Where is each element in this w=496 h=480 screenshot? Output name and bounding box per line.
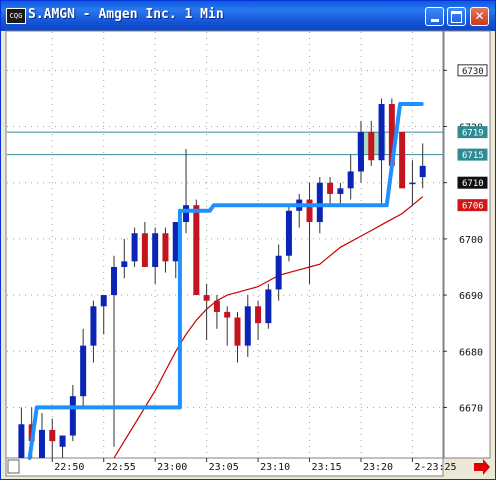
candle-body — [399, 132, 406, 189]
candle-body — [80, 345, 87, 397]
candle-body — [285, 210, 292, 256]
candle-body — [152, 233, 159, 267]
candle-body — [306, 199, 313, 223]
price-chart[interactable]: 6670668066906700671067206730 22:5022:552… — [0, 0, 496, 480]
candle-body — [213, 300, 220, 312]
candle-body — [409, 182, 416, 185]
candle-body — [357, 132, 364, 172]
candle-body — [224, 311, 231, 318]
candle-body — [265, 289, 272, 324]
price-tag-label: 6715 — [462, 151, 484, 161]
price-tag: 6719 — [457, 126, 488, 139]
plot-area — [5, 30, 444, 459]
scroll-right-arrow-icon[interactable] — [474, 459, 490, 475]
x-tick-label: 23:15 — [312, 462, 342, 473]
x-tick-label: 23:10 — [260, 462, 290, 473]
candle-body — [419, 165, 426, 178]
candle-body — [378, 104, 385, 161]
candle-body — [69, 396, 76, 436]
x-tick-label: 23:00 — [157, 462, 187, 473]
candle — [265, 283, 272, 329]
candle-body — [141, 233, 148, 267]
candle-body — [193, 205, 200, 296]
y-tick-label: 6690 — [459, 291, 483, 302]
candle-body — [203, 295, 210, 301]
candle-body — [100, 295, 107, 307]
candle-body — [337, 188, 344, 194]
candle — [131, 227, 138, 267]
candle — [285, 205, 292, 262]
x-tick-label: 2-23:25 — [414, 462, 456, 473]
candle-body — [172, 222, 179, 262]
x-tick-label: 23:05 — [209, 462, 239, 473]
x-tick-label: 22:50 — [54, 462, 84, 473]
candle-body — [183, 205, 190, 223]
candle-body — [49, 429, 56, 442]
candle — [193, 199, 200, 296]
candle-body — [162, 233, 169, 262]
y-tick-label: 6700 — [459, 235, 483, 246]
candle-body — [131, 233, 138, 262]
candle-body — [59, 435, 66, 447]
price-tag: 6706 — [457, 199, 488, 212]
candle-body — [316, 182, 323, 223]
price-tag-label: 6719 — [462, 129, 484, 139]
candle-body — [18, 424, 25, 458]
price-tag: 6710 — [457, 176, 488, 189]
candle-body — [368, 132, 375, 161]
candle-body — [244, 306, 251, 346]
price-tag: 6715 — [457, 148, 488, 161]
candle-body — [327, 182, 334, 194]
price-tag-label: 6730 — [462, 67, 484, 77]
y-tick-label: 6680 — [459, 347, 483, 358]
price-tag-label: 6706 — [462, 202, 484, 212]
candle — [399, 132, 406, 189]
scroll-handle[interactable] — [7, 459, 20, 474]
price-tag-label: 6710 — [462, 179, 484, 189]
candle-body — [255, 306, 262, 324]
candle-body — [111, 266, 118, 296]
x-tick-label: 22:55 — [106, 462, 136, 473]
candle-body — [347, 171, 354, 189]
price-tag: 6730 — [457, 64, 488, 77]
x-tick-label: 23:20 — [363, 462, 393, 473]
y-tick-label: 6670 — [459, 403, 483, 414]
candle-body — [121, 261, 128, 267]
candle-body — [275, 255, 282, 290]
candle-body — [90, 306, 97, 346]
candle-body — [38, 429, 45, 458]
candle-body — [234, 317, 241, 346]
